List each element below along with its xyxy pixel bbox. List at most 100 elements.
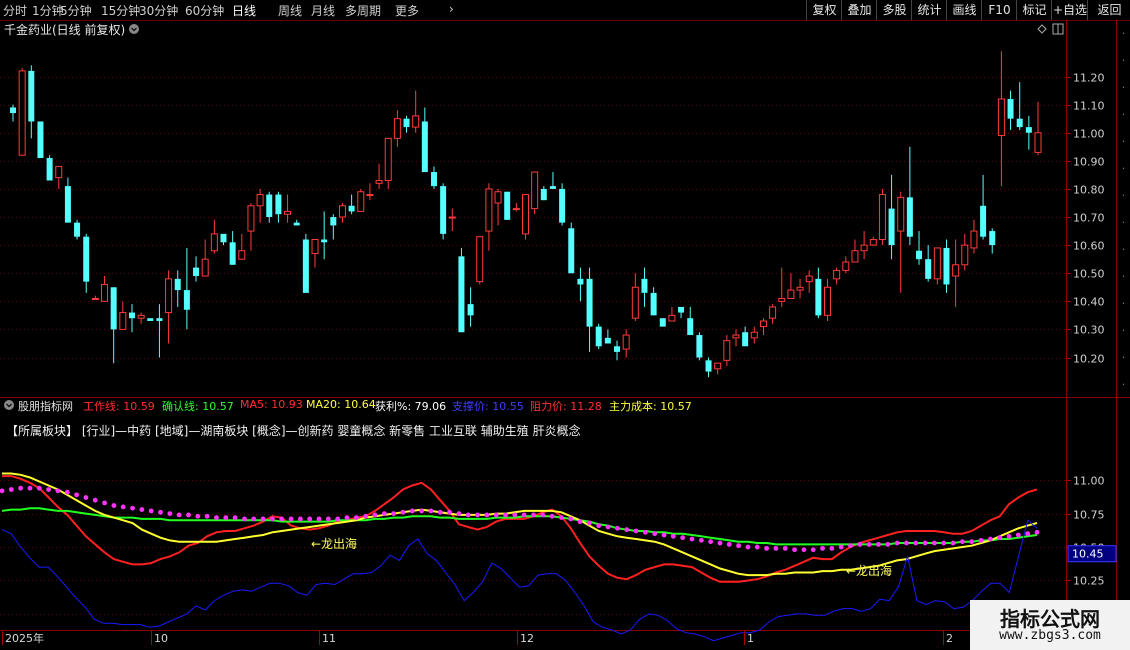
candle[interactable] [321,211,328,260]
candle[interactable] [604,329,611,344]
chevron-down-icon[interactable] [129,24,139,34]
candle[interactable] [275,191,282,223]
candle[interactable] [504,191,511,220]
candle[interactable] [961,233,969,271]
candle[interactable] [284,194,292,223]
candle[interactable] [174,270,181,307]
candle[interactable] [302,233,309,293]
candle[interactable] [128,304,135,333]
candle[interactable] [83,233,90,293]
candle[interactable] [46,155,53,181]
candle[interactable] [540,186,547,201]
candle[interactable] [787,273,795,300]
candle[interactable] [357,188,365,212]
candle[interactable] [925,245,932,282]
candle[interactable] [403,115,410,133]
candle[interactable] [512,202,520,212]
candle[interactable] [201,239,209,277]
candle[interactable] [247,202,255,251]
candle[interactable] [1025,115,1032,150]
candle[interactable] [641,267,648,307]
candle[interactable] [650,287,657,316]
candle[interactable] [37,121,44,159]
candle[interactable] [430,166,437,189]
candle[interactable] [878,188,886,246]
candle[interactable] [897,191,905,293]
candle[interactable] [338,202,346,223]
indicator-chevron-icon[interactable] [4,400,14,410]
candle[interactable] [193,256,200,282]
candle[interactable] [440,183,447,240]
candle[interactable] [348,194,355,215]
diamond-icon[interactable] [1037,24,1047,34]
candle[interactable] [18,68,26,156]
candle[interactable] [778,267,786,307]
candle[interactable] [723,335,731,366]
candle[interactable] [714,362,722,375]
candle[interactable] [916,231,923,265]
candle[interactable] [147,318,154,321]
candle[interactable] [10,104,16,122]
candle[interactable] [494,188,502,226]
candle[interactable] [74,219,81,240]
candle[interactable] [705,357,712,378]
candle[interactable] [229,231,236,265]
candle[interactable] [815,267,822,319]
candle[interactable] [311,239,319,268]
candle[interactable] [842,256,850,274]
candle[interactable] [614,340,621,361]
candle[interactable] [888,174,895,260]
candle[interactable] [732,329,740,347]
candle[interactable] [851,239,859,263]
window-toggle-icon[interactable] [1052,23,1064,35]
candle[interactable] [796,278,804,299]
candle[interactable] [28,65,35,139]
candle[interactable] [659,318,666,327]
candle[interactable] [759,318,767,336]
candle[interactable] [952,239,960,307]
candle[interactable] [421,107,428,173]
candle[interactable] [330,214,337,240]
candle[interactable] [989,228,996,254]
candle[interactable] [568,222,575,274]
candle[interactable] [165,270,173,344]
candle[interactable] [833,267,841,285]
candle[interactable] [805,270,813,293]
candle[interactable] [943,239,950,293]
candle[interactable] [384,137,392,189]
candle[interactable] [1016,82,1023,130]
candle[interactable] [220,233,227,246]
candle[interactable] [119,301,127,330]
candle[interactable] [696,332,703,361]
candle[interactable] [55,165,63,189]
candle[interactable] [687,306,694,336]
candle[interactable] [183,247,190,330]
candle[interactable] [622,329,630,358]
candle[interactable] [869,236,877,246]
candle[interactable] [631,273,639,321]
candle[interactable] [933,247,941,285]
candle[interactable] [668,306,676,322]
candle[interactable] [393,110,401,147]
candle[interactable] [91,295,99,301]
candle[interactable] [238,233,246,260]
candle[interactable] [412,90,420,133]
candle[interactable] [980,174,987,240]
candle[interactable] [559,183,566,226]
candle[interactable] [531,171,539,215]
candle[interactable] [824,278,832,321]
candle[interactable] [769,304,777,324]
candle[interactable] [586,267,593,352]
candle[interactable] [595,323,602,350]
candle[interactable] [742,326,749,347]
candle[interactable] [210,219,218,254]
candle[interactable] [1034,101,1042,156]
candle[interactable] [110,287,117,364]
candle[interactable] [485,183,493,251]
candle[interactable] [577,267,584,302]
candle[interactable] [678,306,685,319]
candle[interactable] [256,188,264,223]
candle[interactable] [293,219,300,226]
candle[interactable] [266,191,273,223]
candle[interactable] [860,231,868,260]
